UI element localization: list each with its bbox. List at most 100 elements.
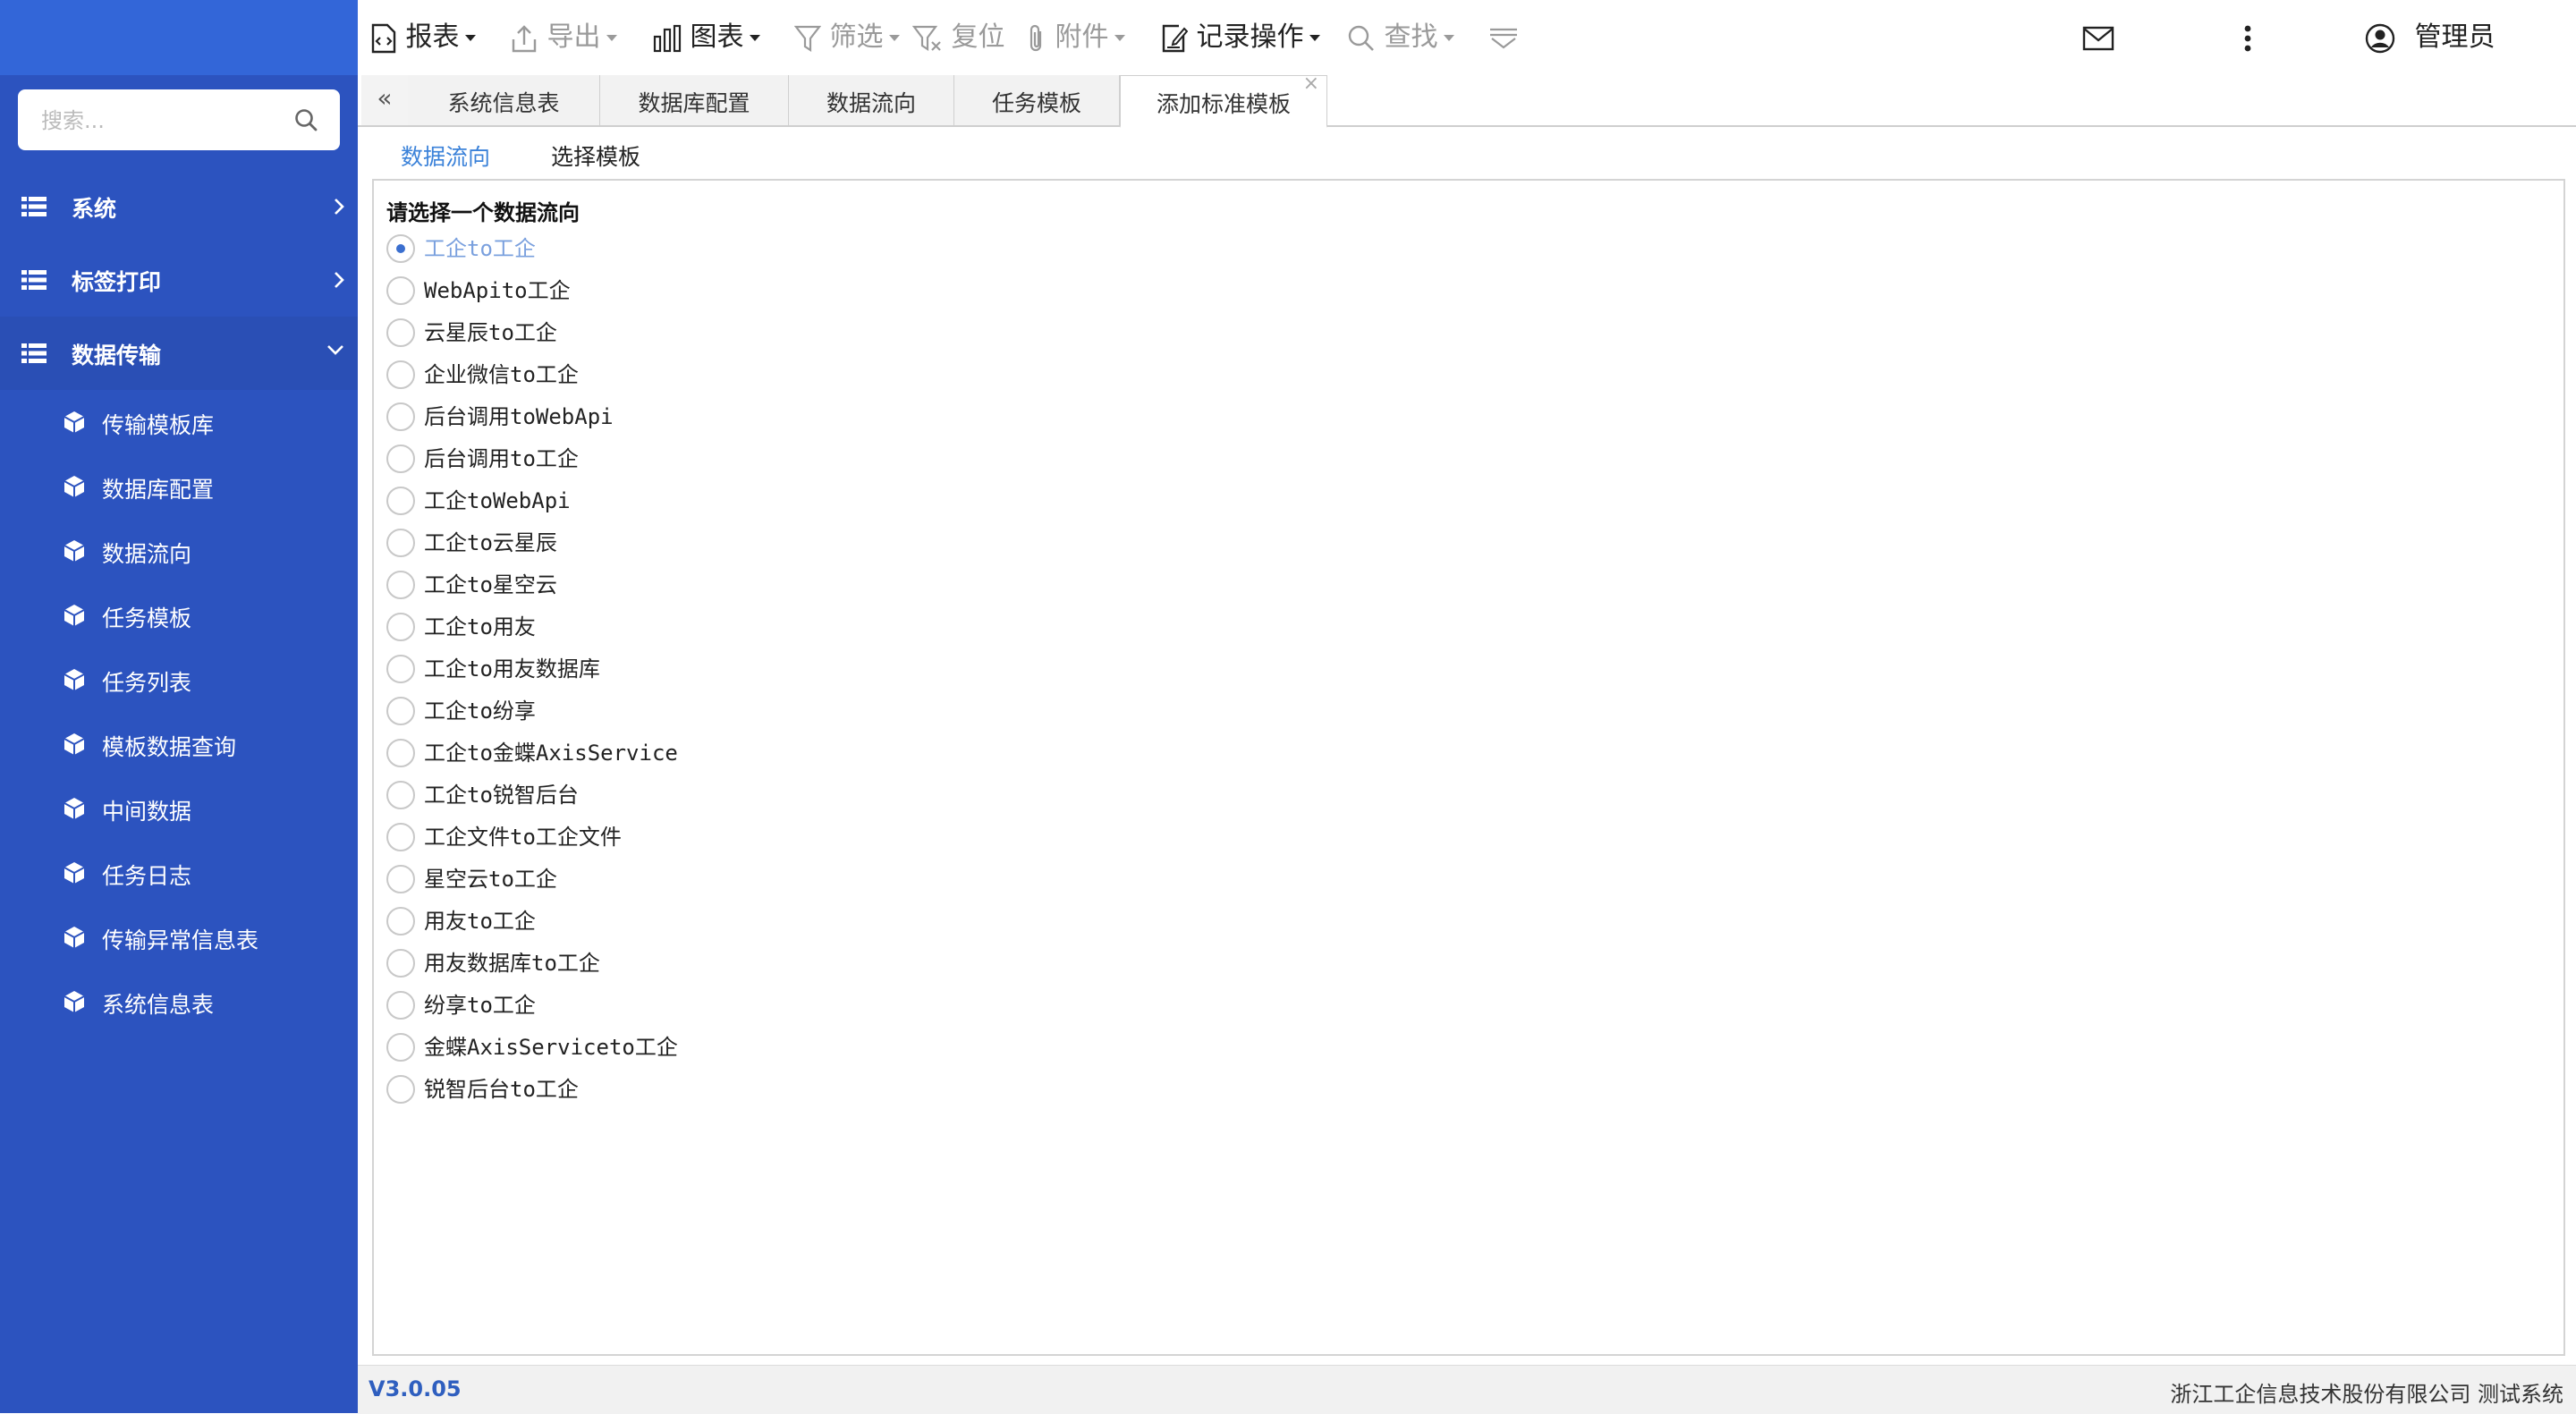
user-name: 管理员 [2414, 21, 2496, 53]
tab-db-config[interactable]: 数据库配置 [600, 75, 789, 125]
record-ops-button[interactable]: 记录操作 [1161, 18, 1320, 57]
radio-label[interactable]: WebApito工企 [424, 276, 571, 305]
caret-icon [1114, 35, 1125, 41]
sidebar-subitem-label: 传输异常信息表 [102, 927, 259, 953]
export-button[interactable]: 导出 [510, 18, 617, 57]
radio-button[interactable] [386, 865, 415, 893]
radio-label[interactable]: 工企to星空云 [424, 571, 557, 599]
radio-button[interactable] [386, 655, 415, 683]
search-input[interactable] [39, 89, 284, 152]
radio-label[interactable]: 用友to工企 [424, 907, 536, 936]
filter-clear-icon [911, 25, 941, 51]
radio-button[interactable] [386, 571, 415, 599]
radio-button[interactable] [386, 360, 415, 389]
radio-button[interactable] [386, 318, 415, 347]
collapse-sidebar-button[interactable]: « [361, 75, 409, 125]
radio-label[interactable]: 工企to云星辰 [424, 529, 557, 557]
attachment-button[interactable]: 附件 [1027, 18, 1125, 57]
sidebar-item-label-print[interactable]: 标签打印 [0, 243, 358, 317]
version-label: V3.0.05 [369, 1376, 462, 1401]
sidebar-subitem-label: 数据流向 [102, 541, 192, 567]
toolbar: 报表 导出 图表 筛选 复位 附件 记录操作 查找 管理员 [358, 0, 2576, 77]
radio-label[interactable]: 工企to金蝶AxisService [424, 739, 678, 767]
radio-label[interactable]: 工企to用友数据库 [424, 655, 600, 683]
tab-label: 数据库配置 [638, 90, 750, 116]
sidebar-subitem[interactable]: 任务日志 [0, 841, 358, 905]
radio-label[interactable]: 工企to用友 [424, 613, 536, 641]
sidebar-subitem[interactable]: 任务模板 [0, 583, 358, 648]
radio-label[interactable]: 工企toWebApi [424, 487, 571, 515]
radio-label[interactable]: 锐智后台to工企 [424, 1075, 579, 1104]
tab-label: 数据流向 [826, 90, 916, 116]
radio-button[interactable] [386, 781, 415, 809]
paperclip-icon [1030, 24, 1042, 51]
sidebar-subitem[interactable]: 模板数据查询 [0, 712, 358, 776]
sidebar-subitem[interactable]: 传输模板库 [0, 390, 358, 454]
radio-button[interactable] [386, 445, 415, 473]
subtab-select-template[interactable]: 选择模板 [551, 136, 640, 179]
radio-label[interactable]: 后台调用toWebApi [424, 402, 614, 431]
sidebar-subitem[interactable]: 数据库配置 [0, 454, 358, 519]
radio-button[interactable] [386, 697, 415, 725]
radio-label[interactable]: 企业微信to工企 [424, 360, 579, 389]
radio-label[interactable]: 星空云to工企 [424, 865, 557, 893]
radio-button[interactable] [386, 613, 415, 641]
cube-icon [64, 927, 85, 948]
sidebar-item-data-transfer[interactable]: 数据传输 [0, 317, 358, 390]
radio-label[interactable]: 金蝶AxisServiceto工企 [424, 1033, 678, 1062]
more-menu-button[interactable] [2243, 18, 2252, 57]
sidebar-subitem[interactable]: 中间数据 [0, 776, 358, 841]
radio-button[interactable] [386, 529, 415, 557]
cube-icon [64, 862, 85, 884]
radio-button[interactable] [386, 823, 415, 851]
export-label: 导出 [547, 21, 601, 53]
radio-label[interactable]: 工企to锐智后台 [424, 781, 579, 809]
user-menu[interactable]: 管理员 [2365, 18, 2496, 57]
sidebar-subitem[interactable]: 系统信息表 [0, 969, 358, 1034]
radio-button[interactable] [386, 402, 415, 431]
upload-icon [512, 24, 537, 52]
radio-button[interactable] [386, 949, 415, 978]
radio-button[interactable] [386, 991, 415, 1020]
radio-button[interactable] [386, 739, 415, 767]
radio-button[interactable] [386, 276, 415, 305]
report-button[interactable]: 报表 [370, 18, 476, 57]
radio-label[interactable]: 工企to工企 [424, 234, 536, 263]
search-box[interactable] [18, 89, 340, 152]
radio-button[interactable] [386, 1033, 415, 1062]
radio-label[interactable]: 工企to纷享 [424, 697, 536, 725]
tab-task-template[interactable]: 任务模板 [954, 75, 1120, 125]
report-icon [371, 23, 396, 53]
edit-doc-icon [1162, 24, 1189, 52]
chart-button[interactable]: 图表 [653, 18, 760, 57]
close-icon[interactable]: × [1303, 71, 1319, 97]
filter-button[interactable]: 筛选 [793, 18, 900, 57]
radio-label[interactable]: 云星辰to工企 [424, 318, 557, 347]
radio-label[interactable]: 工企文件to工企文件 [424, 823, 622, 851]
tab-system-info[interactable]: 系统信息表 [408, 75, 600, 125]
find-button[interactable]: 查找 [1347, 18, 1454, 57]
caret-icon [606, 35, 617, 41]
tab-add-standard-template[interactable]: 添加标准模板 × [1120, 72, 1327, 128]
collapse-toolbar-button[interactable] [1488, 18, 1519, 57]
radio-button[interactable] [386, 487, 415, 515]
sidebar-subitem[interactable]: 传输异常信息表 [0, 905, 358, 969]
sidebar-subitem[interactable]: 数据流向 [0, 519, 358, 583]
sidebar-subitem[interactable]: 任务列表 [0, 648, 358, 712]
sidebar-subitem-label: 任务列表 [102, 670, 192, 696]
radio-button[interactable] [386, 234, 415, 263]
mail-button[interactable] [2082, 18, 2114, 57]
radio-button[interactable] [386, 907, 415, 936]
radio-button[interactable] [386, 1075, 415, 1104]
radio-label[interactable]: 后台调用to工企 [424, 445, 579, 473]
radio-label[interactable]: 纷享to工企 [424, 991, 536, 1020]
subtab-data-flow[interactable]: 数据流向 [376, 136, 515, 182]
search-icon[interactable] [293, 107, 318, 132]
radio-label[interactable]: 用友数据库to工企 [424, 949, 600, 978]
reset-button[interactable]: 复位 [911, 18, 1005, 57]
sidebar-subitem-label: 中间数据 [102, 799, 192, 825]
sidebar-item-system[interactable]: 系统 [0, 170, 358, 243]
tab-data-flow[interactable]: 数据流向 [789, 75, 954, 125]
bar-chart-icon [653, 24, 682, 52]
sidebar-subitem-label: 数据库配置 [102, 477, 215, 503]
